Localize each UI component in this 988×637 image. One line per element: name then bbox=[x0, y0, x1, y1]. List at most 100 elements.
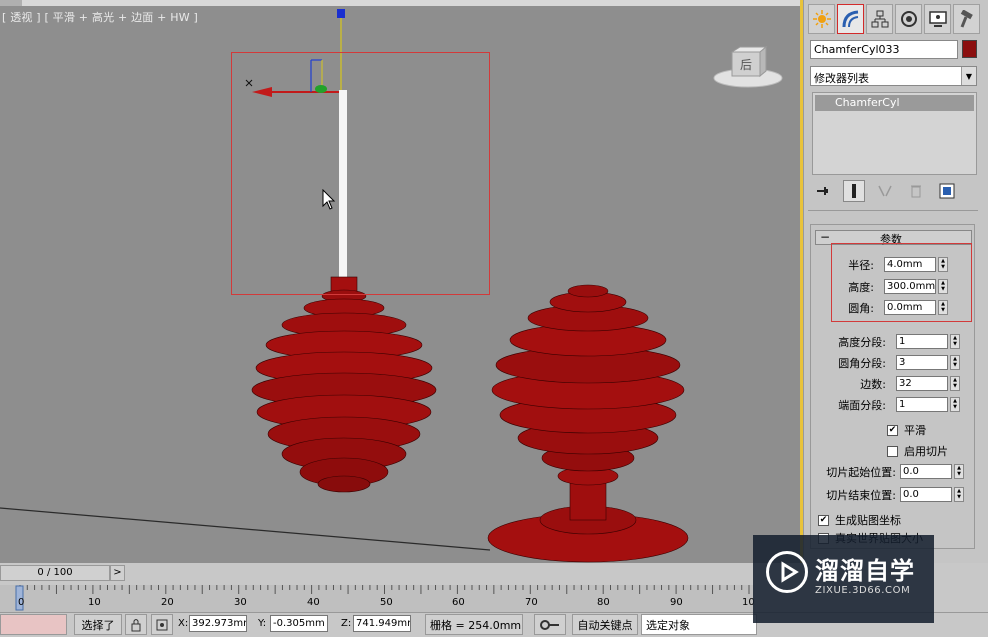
pin-stack-button[interactable] bbox=[812, 180, 834, 202]
cap-segs-spinner[interactable]: ▲ ▼ bbox=[950, 397, 960, 412]
play-logo-icon bbox=[766, 551, 808, 593]
object-name-field[interactable]: ChamferCyl033 bbox=[810, 40, 958, 59]
tab-modify[interactable] bbox=[837, 4, 864, 34]
slice-on-checkbox[interactable] bbox=[887, 445, 898, 457]
height-segs-label: 高度分段: bbox=[838, 335, 886, 349]
fillet-segs-spinner[interactable]: ▲ ▼ bbox=[950, 355, 960, 370]
key-filter-button[interactable] bbox=[534, 614, 566, 635]
tab-create[interactable] bbox=[808, 4, 835, 34]
perspective-viewport[interactable]: [ 透视 ] [ 平滑 + 高光 + 边面 + HW ] 后 bbox=[0, 0, 803, 563]
slice-from-label: 切片起始位置: bbox=[826, 465, 896, 479]
lock-icon bbox=[131, 618, 141, 631]
track-tick-label: 30 bbox=[234, 597, 247, 608]
tab-hierarchy[interactable] bbox=[866, 4, 893, 34]
highlight-annotation-box bbox=[831, 243, 972, 322]
track-tick-label: 50 bbox=[380, 597, 393, 608]
smooth-label: 平滑 bbox=[904, 424, 926, 437]
selection-lock-toggle[interactable] bbox=[125, 614, 147, 635]
y-coordinate-field[interactable]: -0.305mm bbox=[270, 615, 328, 632]
collapse-icon: − bbox=[820, 230, 831, 244]
slice-to-spinner[interactable]: ▲ ▼ bbox=[954, 487, 964, 502]
height-segs-spinner[interactable]: ▲ ▼ bbox=[950, 334, 960, 349]
tab-display[interactable] bbox=[924, 4, 951, 34]
gen-map-label: 生成贴图坐标 bbox=[835, 514, 901, 527]
unique-icon bbox=[878, 185, 892, 197]
smooth-checkbox[interactable]: ✔ bbox=[887, 424, 898, 436]
track-tick-label: 80 bbox=[597, 597, 610, 608]
track-tick-label: 90 bbox=[670, 597, 683, 608]
end-result-icon bbox=[852, 184, 856, 198]
z-label: Z: bbox=[341, 618, 352, 629]
cap-segs-label: 端面分段: bbox=[838, 398, 886, 412]
watermark-title: 溜溜自学 bbox=[815, 557, 915, 585]
selection-bounding-box bbox=[231, 52, 490, 295]
object-color-swatch[interactable] bbox=[962, 40, 977, 58]
track-tick-label: 40 bbox=[307, 597, 320, 608]
transform-type-in-icon bbox=[156, 619, 168, 630]
pin-icon bbox=[817, 187, 828, 195]
track-tick-label: 70 bbox=[525, 597, 538, 608]
configure-icon bbox=[939, 183, 955, 199]
selection-set-dropdown[interactable]: 选定对象 bbox=[641, 614, 757, 635]
absolute-relative-toggle[interactable] bbox=[151, 614, 173, 635]
slice-from-spinner[interactable]: ▲ ▼ bbox=[954, 464, 964, 479]
key-icon bbox=[540, 619, 559, 630]
selection-set-value: 选定对象 bbox=[646, 618, 690, 632]
track-bar[interactable] bbox=[0, 585, 755, 612]
gen-map-checkbox-row[interactable]: ✔ 生成贴图坐标 bbox=[818, 512, 901, 528]
z-coordinate-field[interactable]: 741.949mr bbox=[353, 615, 411, 632]
gen-map-checkbox[interactable]: ✔ bbox=[818, 514, 829, 526]
x-coordinate-field[interactable]: 392.973mr bbox=[189, 615, 247, 632]
selection-count-label: 选择了 bbox=[74, 614, 122, 635]
modifier-stack[interactable]: ChamferCyl bbox=[812, 92, 977, 175]
remove-modifier-button[interactable] bbox=[905, 180, 927, 202]
slice-on-label: 启用切片 bbox=[904, 445, 948, 458]
trash-icon bbox=[911, 185, 921, 198]
track-tick-label: 20 bbox=[161, 597, 174, 608]
cap-segs-field[interactable]: 1 bbox=[896, 397, 948, 412]
track-tick-label: 10 bbox=[88, 597, 101, 608]
watermark: 溜溜自学 ZIXUE.3D66.COM bbox=[753, 535, 934, 623]
stack-item-chamfercyl[interactable]: ChamferCyl bbox=[815, 95, 974, 111]
watermark-url: ZIXUE.3D66.COM bbox=[815, 585, 911, 596]
smooth-checkbox-row[interactable]: ✔ 平滑 bbox=[887, 422, 926, 438]
grid-size-display: 栅格 = 254.0mm bbox=[425, 614, 523, 635]
command-panel-tabs bbox=[808, 4, 980, 34]
tab-utilities[interactable] bbox=[953, 4, 980, 34]
slice-from-field[interactable]: 0.0 bbox=[900, 464, 952, 479]
make-unique-button[interactable] bbox=[874, 180, 896, 202]
slice-to-field[interactable]: 0.0 bbox=[900, 487, 952, 502]
height-segs-field[interactable]: 1 bbox=[896, 334, 948, 349]
modifier-list-dropdown[interactable]: 修改器列表 ▼ bbox=[810, 66, 977, 86]
tab-motion[interactable] bbox=[895, 4, 922, 34]
mouse-cursor-icon bbox=[322, 189, 336, 210]
track-tick-label: 0 bbox=[18, 597, 25, 608]
display-icon bbox=[928, 11, 947, 27]
slice-on-checkbox-row[interactable]: 启用切片 bbox=[887, 443, 948, 459]
maxscript-listener-mini[interactable] bbox=[0, 614, 67, 635]
hammer-icon bbox=[960, 10, 973, 28]
stack-toolbar bbox=[812, 178, 977, 204]
sides-field[interactable]: 32 bbox=[896, 376, 948, 391]
fillet-segs-field[interactable]: 3 bbox=[896, 355, 948, 370]
fillet-segs-label: 圆角分段: bbox=[838, 356, 886, 370]
slice-to-label: 切片结束位置: bbox=[826, 488, 896, 502]
sides-label: 边数: bbox=[860, 377, 886, 391]
track-ruler bbox=[15, 585, 750, 611]
sides-spinner[interactable]: ▲ ▼ bbox=[950, 376, 960, 391]
viewcube[interactable]: 后 bbox=[712, 44, 784, 94]
auto-key-button[interactable]: 自动关键点 bbox=[572, 614, 638, 635]
time-next-button[interactable]: > bbox=[110, 565, 125, 581]
time-slider-handle[interactable]: 0 / 100 bbox=[0, 565, 110, 581]
motion-icon bbox=[900, 11, 917, 27]
sun-icon bbox=[812, 10, 831, 28]
y-label: Y: bbox=[258, 618, 267, 629]
panel-divider bbox=[808, 210, 978, 211]
x-label: X: bbox=[178, 618, 189, 629]
bend-icon bbox=[842, 10, 858, 28]
viewcube-face-label: 后 bbox=[740, 58, 753, 72]
chevron-down-icon[interactable]: ▼ bbox=[961, 67, 976, 85]
show-end-result-button[interactable] bbox=[843, 180, 865, 202]
configure-modifier-sets-button[interactable] bbox=[936, 180, 958, 202]
modifier-list-label: 修改器列表 bbox=[814, 72, 869, 85]
